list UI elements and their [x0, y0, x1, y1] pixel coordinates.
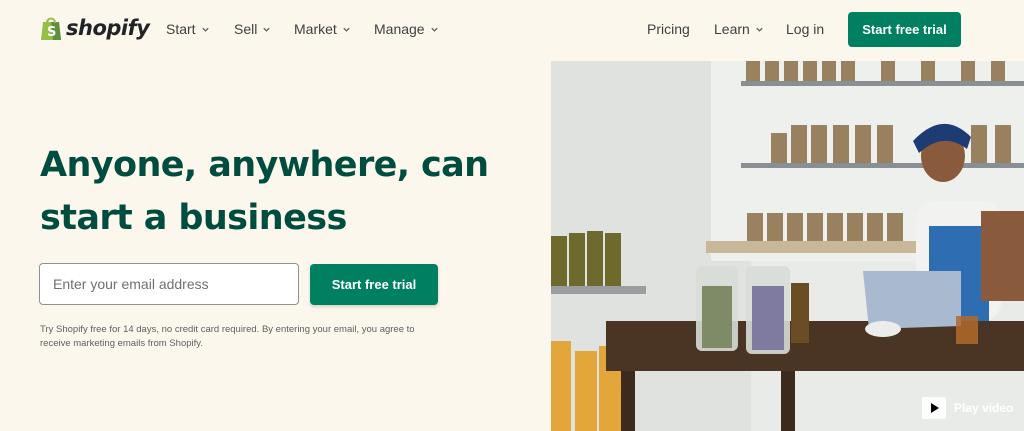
play-video-button[interactable]: Play video	[922, 397, 1013, 419]
hero-image	[551, 61, 1024, 431]
signup-disclaimer: Try Shopify free for 14 days, no credit …	[40, 324, 415, 349]
hero-title-line1: Anyone, anywhere, can	[40, 145, 489, 185]
play-video-label: Play video	[954, 401, 1014, 415]
brand-name: shopify	[66, 16, 150, 40]
chevron-down-icon	[756, 27, 763, 32]
play-icon	[922, 397, 946, 419]
top-navigation: S shopify Start Sell Market Manage Prici…	[0, 0, 1024, 60]
nav-sell-label: Sell	[234, 21, 258, 37]
hero-title: Anyone, anywhere, can start a business	[40, 139, 510, 245]
shopify-logo[interactable]: S shopify	[40, 15, 150, 41]
nav-learn-label: Learn	[714, 21, 750, 37]
login-label: Log in	[786, 21, 825, 37]
hero-photo-illustration	[551, 61, 1024, 431]
chevron-down-icon	[201, 27, 209, 32]
chevron-down-icon	[263, 27, 271, 32]
nav-learn[interactable]: Learn	[714, 21, 764, 37]
nav-manage[interactable]: Manage	[374, 21, 439, 37]
nav-pricing-label: Pricing	[647, 21, 690, 37]
hero-title-line2: start a business	[40, 198, 347, 238]
nav-start-label: Start	[166, 21, 196, 37]
nav-start[interactable]: Start	[166, 21, 210, 37]
hero-start-free-trial-button[interactable]: Start free trial	[310, 264, 438, 305]
nav-market[interactable]: Market	[294, 21, 351, 37]
nav-sell[interactable]: Sell	[234, 21, 271, 37]
chevron-down-icon	[343, 27, 350, 32]
svg-text:S: S	[47, 25, 56, 40]
nav-manage-label: Manage	[374, 21, 425, 37]
nav-market-label: Market	[294, 21, 337, 37]
email-field[interactable]	[39, 263, 299, 305]
nav-pricing[interactable]: Pricing	[647, 21, 690, 37]
start-free-trial-button[interactable]: Start free trial	[848, 12, 961, 47]
nav-login[interactable]: Log in	[786, 21, 824, 37]
shopping-bag-icon: S	[41, 17, 61, 40]
chevron-down-icon	[430, 27, 438, 32]
